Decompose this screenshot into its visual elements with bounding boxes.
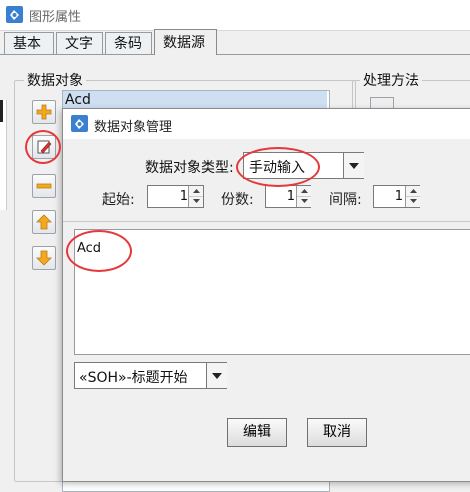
app-logo-icon [71,115,88,132]
move-up-icon [36,214,52,230]
chevron-down-icon [349,162,359,169]
left-panel-marker [0,100,3,122]
control-char-dropdown-button[interactable] [206,363,227,388]
dialog-separator [63,221,470,222]
app-logo-icon [6,6,23,23]
type-dropdown-button[interactable] [343,153,364,178]
add-button[interactable] [32,100,56,124]
highlight-ring-edit [25,130,61,164]
dialog-title: 数据对象管理 [94,120,173,135]
spin-down-icon[interactable] [297,196,311,206]
process-method-group-label: 处理方法 [360,70,422,90]
interval-label: 间隔: [329,192,362,208]
interval-value: 1 [394,189,403,204]
add-icon [36,104,52,120]
content-textarea[interactable] [74,229,470,355]
tab-strip-border [0,54,470,55]
data-object-group-label: 数据对象 [24,70,86,90]
tab-barcode[interactable]: 条码 [105,32,152,54]
chevron-down-icon [212,372,222,379]
start-value: 1 [179,189,188,204]
copies-label: 份数: [221,192,254,208]
remove-button[interactable] [32,174,56,198]
start-stepper[interactable] [188,186,203,207]
interval-stepper[interactable] [405,186,420,207]
remove-icon [36,183,52,189]
tab-text[interactable]: 文字 [56,32,103,54]
back-window-title: 图形属性 [29,10,82,25]
cancel-button[interactable]: 取消 [307,418,367,447]
tab-basic[interactable]: 基本 [4,32,54,54]
copies-stepper[interactable] [296,186,311,207]
edit-confirm-button[interactable]: 编辑 [227,418,287,447]
data-object-type-label: 数据对象类型: [145,160,234,176]
move-down-button[interactable] [32,246,56,270]
copies-value: 1 [286,189,295,204]
move-down-icon [36,250,52,266]
move-up-button[interactable] [32,210,56,234]
highlight-ring-content [66,230,132,272]
highlight-ring-type [236,147,320,187]
list-item[interactable]: Acd [63,91,327,109]
spin-down-icon[interactable] [406,196,420,206]
spin-down-icon[interactable] [189,196,203,206]
tab-datasource[interactable]: 数据源 [154,29,217,55]
start-label: 起始: [102,192,135,208]
control-char-value: «SOH»-标题开始 [79,370,188,386]
